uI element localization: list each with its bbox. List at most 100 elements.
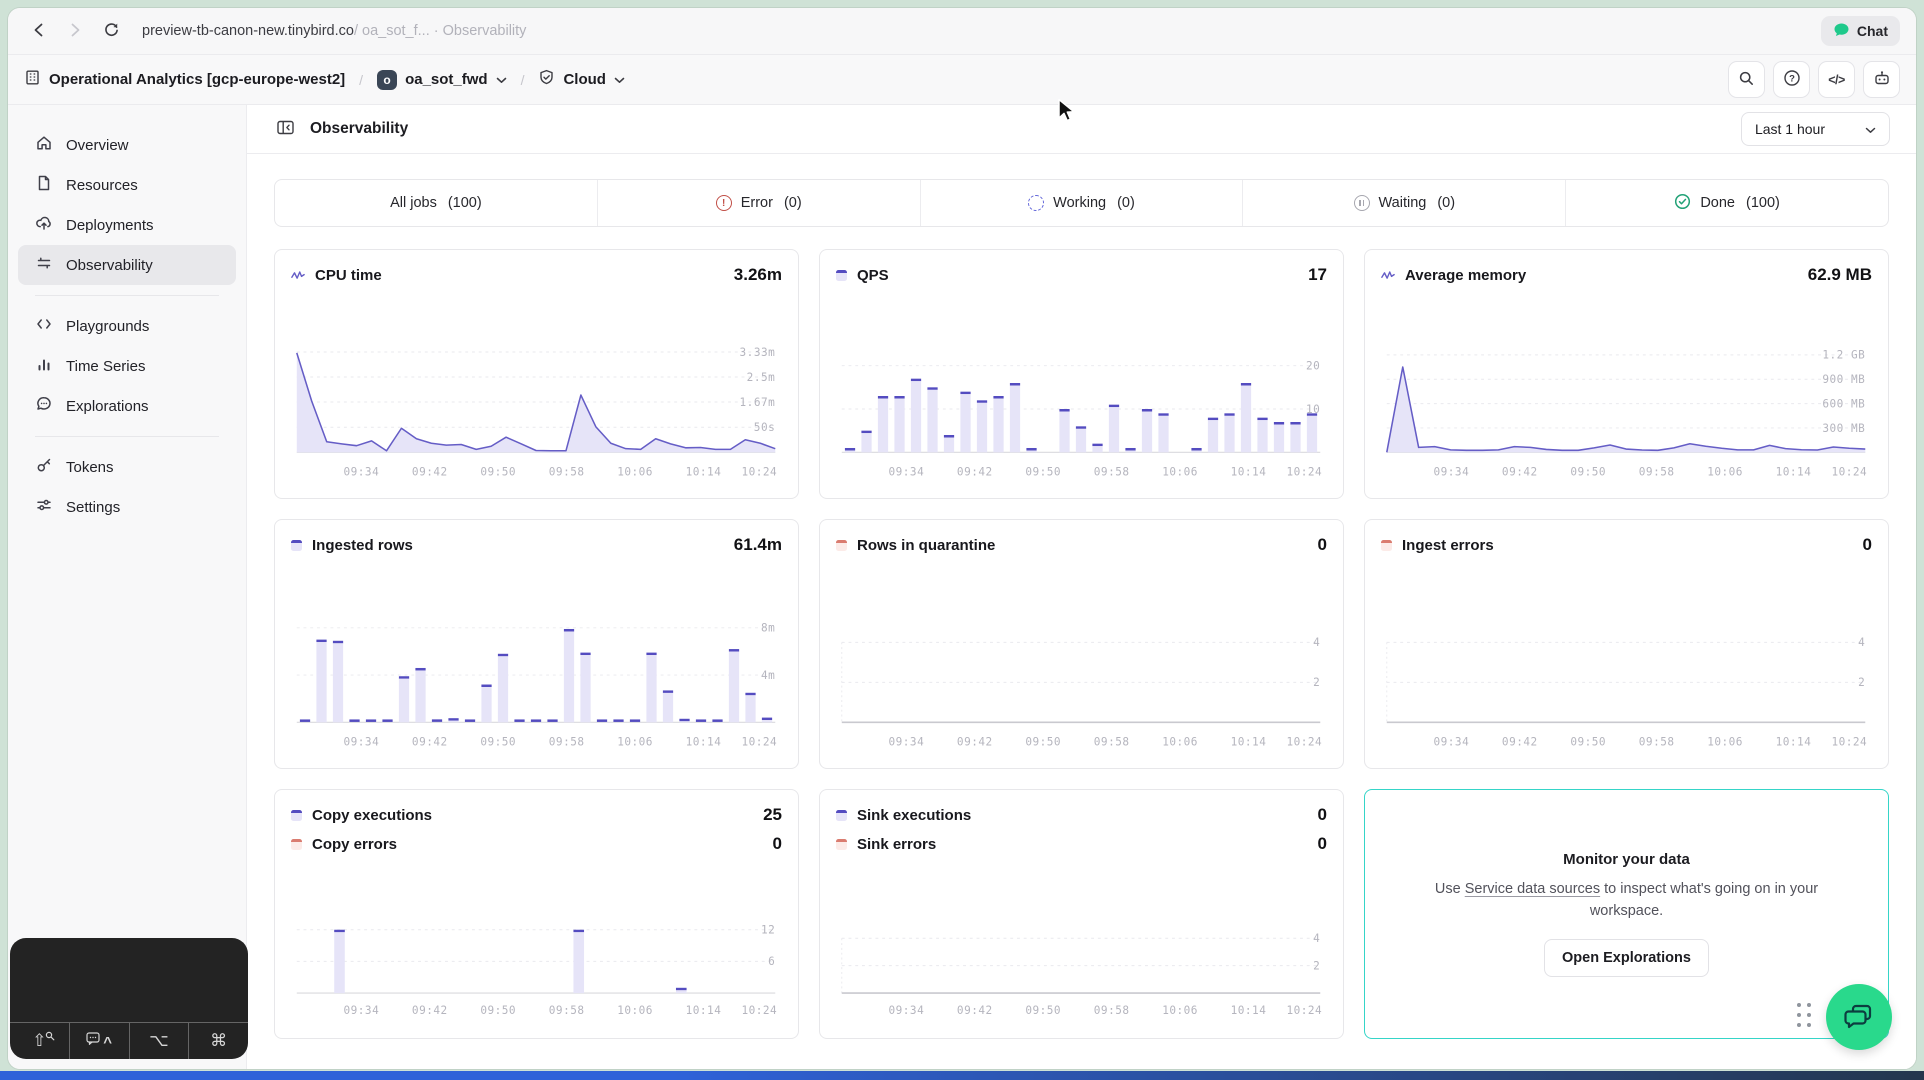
sidebar-item-tokens[interactable]: Tokens	[18, 447, 236, 487]
jobs-filter-label: Waiting	[1379, 195, 1427, 211]
jobs-filter-count: (0)	[1117, 195, 1135, 211]
svg-text:600 MB: 600 MB	[1822, 397, 1865, 410]
sidebar-item-explorations[interactable]: Explorations	[18, 386, 236, 426]
app-header: Operational Analytics [gcp-europe-west2]…	[8, 55, 1916, 105]
svg-text:09:58: 09:58	[1094, 735, 1130, 748]
svg-text:10:14: 10:14	[1231, 465, 1267, 478]
search-button[interactable]	[1728, 61, 1765, 98]
card-qps: QPS17 201009:3409:4209:5009:5810:0610:141…	[819, 249, 1344, 499]
jobs-status-bar: All jobs (100) ! Error (0) Working (0)	[274, 179, 1889, 227]
jobs-filter-waiting[interactable]: Waiting (0)	[1242, 180, 1565, 226]
chart-canvas: 201009:3409:4209:5009:5810:0610:1410:24	[836, 330, 1327, 488]
jobs-filter-count: (0)	[1437, 195, 1455, 211]
svg-text:09:34: 09:34	[1434, 465, 1470, 478]
card-value: 17	[1308, 265, 1327, 285]
jobs-filter-count: (0)	[784, 195, 802, 211]
search-icon	[1738, 70, 1755, 90]
chart-canvas: 3.33m2.5m1.67m50s09:3409:4209:5009:5810:…	[291, 330, 782, 488]
refresh-button[interactable]	[96, 16, 126, 46]
card-title: Rows in quarantine	[857, 537, 995, 554]
svg-text:09:58: 09:58	[1639, 735, 1675, 748]
svg-text:20: 20	[1306, 360, 1320, 373]
assistant-button[interactable]	[1863, 61, 1900, 98]
svg-text:09:42: 09:42	[1502, 465, 1538, 478]
jobs-filter-working[interactable]: Working (0)	[920, 180, 1243, 226]
svg-text:2: 2	[1313, 676, 1320, 689]
help-button[interactable]: ?	[1773, 61, 1810, 98]
jobs-filter-done[interactable]: Done (100)	[1565, 180, 1888, 226]
sidebar-item-time-series[interactable]: Time Series	[18, 346, 236, 386]
svg-text:09:50: 09:50	[480, 1004, 516, 1017]
sidebar-item-playgrounds[interactable]: Playgrounds	[18, 306, 236, 346]
jobs-filter-error[interactable]: ! Error (0)	[597, 180, 920, 226]
panel-collapse-icon	[277, 120, 294, 138]
tinybird-app: Operational Analytics [gcp-europe-west2]…	[8, 54, 1916, 1069]
metrics-grid: CPU time3.26m 3.33m2.5m1.67m50s09:3409:42…	[274, 249, 1889, 1039]
jobs-filter-all[interactable]: All jobs (100)	[275, 180, 597, 226]
command-key-icon: ⌘	[210, 1033, 227, 1050]
sidebar-divider	[35, 436, 219, 437]
chat-button[interactable]: Chat	[1821, 16, 1900, 46]
chevron-down-icon	[496, 71, 507, 88]
monitor-card-title: Monitor your data	[1563, 851, 1690, 868]
back-button[interactable]	[24, 16, 54, 46]
bar-series-icon	[836, 839, 847, 850]
svg-text:10:06: 10:06	[617, 465, 653, 478]
address-bar[interactable]: preview-tb-canon-new.tinybird.co / oa_so…	[142, 23, 526, 39]
card-ingest-errors: Ingest errors04209:3409:4209:5009:5810:0…	[1364, 519, 1889, 769]
code-button[interactable]: </>	[1818, 61, 1855, 98]
svg-text:10:24: 10:24	[741, 735, 777, 748]
chart-canvas: 4209:3409:4209:5009:5810:0610:1410:24	[1381, 600, 1872, 758]
sidebar-item-resources[interactable]: Resources	[18, 165, 236, 205]
svg-text:900 MB: 900 MB	[1822, 373, 1865, 386]
widget-drag-handle[interactable]	[1797, 1003, 1811, 1027]
svg-text:10:14: 10:14	[686, 465, 722, 478]
svg-text:10:06: 10:06	[1162, 1004, 1198, 1017]
sidebar-item-label: Observability	[66, 257, 153, 274]
svg-text:09:42: 09:42	[412, 465, 448, 478]
collapse-sidebar-button[interactable]	[273, 117, 297, 141]
card-legend-row: CPU time3.26m	[291, 265, 782, 285]
desktop-edge	[0, 1071, 1924, 1080]
branch-selector[interactable]: o oa_sot_fwd	[377, 70, 507, 90]
jobs-filter-label: Error	[741, 195, 773, 211]
sidebar-item-settings[interactable]: Settings	[18, 487, 236, 527]
magnifier-mini-icon	[45, 1028, 55, 1046]
chart-canvas: 8m4m09:3409:4209:5009:5810:0610:1410:24	[291, 600, 782, 758]
chart-canvas: 12609:3409:4209:5009:5810:0610:1410:24	[291, 910, 782, 1028]
browser-toolbar: preview-tb-canon-new.tinybird.co / oa_so…	[8, 8, 1916, 54]
workspace-selector[interactable]: Operational Analytics [gcp-europe-west2]	[24, 69, 345, 90]
workspace-icon	[24, 69, 41, 90]
page-title: Observability	[310, 120, 408, 138]
svg-text:09:58: 09:58	[549, 735, 585, 748]
line-series-icon	[291, 270, 305, 281]
chevron-down-icon	[1865, 121, 1876, 137]
forward-button[interactable]	[60, 16, 90, 46]
sidebar-item-overview[interactable]: Overview	[18, 125, 236, 165]
card-legend-row: Average memory62.9 MB	[1381, 265, 1872, 285]
card-header: QPS17	[836, 265, 1327, 285]
card-value: 61.4m	[734, 535, 782, 555]
svg-text:?: ?	[1789, 73, 1795, 84]
cloud-upload-icon	[35, 214, 53, 236]
card-title: Average memory	[1405, 267, 1526, 284]
time-range-select[interactable]: Last 1 hour	[1741, 112, 1890, 146]
open-explorations-button[interactable]: Open Explorations	[1544, 939, 1709, 977]
svg-text:10:06: 10:06	[1707, 735, 1743, 748]
chat-fab-button[interactable]	[1826, 984, 1892, 1050]
keystroke-row: ⇧ ^ ⌥ ⌘	[10, 1022, 248, 1059]
svg-text:09:58: 09:58	[549, 465, 585, 478]
key-chat-caret: ^	[69, 1023, 129, 1059]
svg-text:10:06: 10:06	[1707, 465, 1743, 478]
svg-text:09:50: 09:50	[1025, 465, 1061, 478]
svg-text:2: 2	[1858, 676, 1865, 689]
sidebar-item-deployments[interactable]: Deployments	[18, 205, 236, 245]
url-path: / oa_sot_f... · Observability	[354, 23, 526, 39]
url-host: preview-tb-canon-new.tinybird.co	[142, 23, 354, 39]
service-data-sources-link[interactable]: Service data sources	[1465, 881, 1600, 897]
key-icon	[35, 456, 53, 478]
environment-selector[interactable]: Cloud	[538, 69, 625, 90]
svg-text:09:50: 09:50	[1025, 1004, 1061, 1017]
sidebar-item-observability[interactable]: Observability	[18, 245, 236, 285]
observability-content: All jobs (100) ! Error (0) Working (0)	[247, 154, 1916, 1069]
